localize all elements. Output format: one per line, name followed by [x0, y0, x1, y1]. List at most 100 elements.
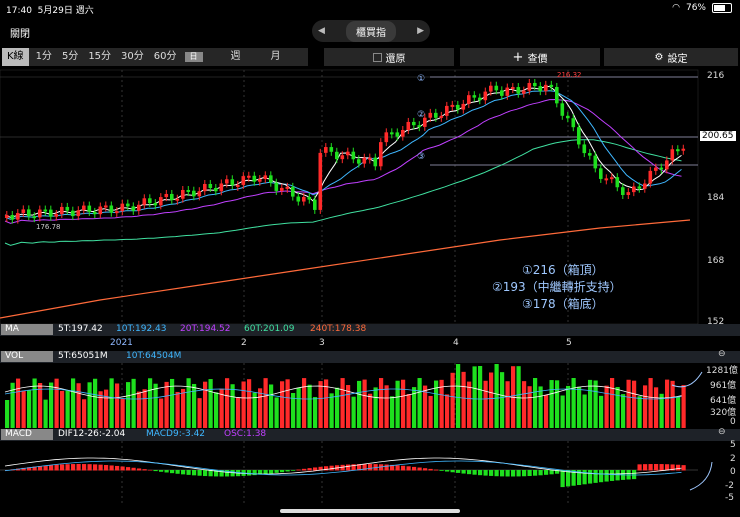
candle-body [599, 168, 603, 179]
macd-bar [49, 465, 54, 471]
volume-bar [181, 388, 186, 428]
volume-bar [549, 380, 554, 428]
macd-bar [60, 464, 65, 471]
candle-body [555, 86, 559, 104]
macd-bar [115, 465, 120, 471]
candle-body [252, 175, 257, 182]
candle-body [280, 187, 284, 191]
macd-bar [676, 464, 681, 471]
candle-body [241, 176, 246, 185]
time-label-apr: 4 [453, 338, 459, 348]
volume-bar [126, 382, 131, 428]
vol-collapse-icon[interactable]: ⊖ [718, 349, 726, 359]
volume-bar [401, 379, 406, 428]
volume-bar [593, 380, 598, 428]
candle-body [544, 84, 548, 92]
macd-bar [566, 470, 571, 487]
candle-body [93, 211, 97, 215]
osc-value: OSC:1.38 [224, 429, 267, 439]
macd-bar [395, 465, 400, 471]
volume-bar [197, 398, 202, 428]
candle-body [126, 203, 130, 207]
macd-tick-5: 5 [730, 440, 736, 450]
candle-body [115, 211, 119, 214]
volume-bar [467, 381, 472, 428]
volume-bar [115, 383, 120, 428]
volume-bar [648, 378, 653, 428]
candle-body [10, 215, 15, 220]
macd-bar [560, 470, 565, 488]
volume-bar [478, 366, 483, 428]
ma-tag[interactable]: MA [1, 324, 53, 335]
macd-bar [549, 470, 554, 475]
macd-bar [648, 464, 653, 471]
candle-body [214, 188, 218, 192]
volume-bar [247, 379, 252, 428]
volume-bar [65, 389, 70, 428]
vol5-value: 5T:65051M [58, 351, 108, 361]
macd-bar [681, 465, 686, 471]
volume-bar [38, 382, 43, 428]
candle-body [571, 118, 576, 128]
candle-body [516, 87, 521, 94]
vol-tag[interactable]: VOL [1, 351, 53, 362]
macd-tag[interactable]: MACD [1, 429, 53, 440]
macd-collapse-icon[interactable]: ⊖ [718, 427, 726, 437]
candle-body [142, 198, 147, 205]
candle-body [269, 175, 273, 183]
macd-bar [65, 464, 70, 471]
vol-tick-1281: 1281億 [706, 366, 738, 376]
volume-bar [87, 382, 92, 428]
macd-bar [483, 470, 488, 476]
candle-body [406, 121, 411, 130]
candle-body [637, 186, 642, 189]
macd-tick-0: 0 [730, 467, 736, 477]
macd-bar [511, 470, 516, 477]
volume-bar [368, 393, 373, 428]
candle-body [588, 153, 592, 156]
volume-bar [632, 380, 637, 428]
candle-body [670, 149, 675, 161]
volume-bar [104, 389, 109, 428]
volume-bar [131, 378, 136, 428]
volume-bar [214, 392, 219, 428]
volume-bar [27, 390, 32, 428]
macd-bar [428, 468, 433, 471]
ma5-value: 5T:197.42 [58, 324, 103, 334]
candle-body [472, 95, 477, 98]
candle-body [307, 196, 312, 200]
macd-bar [489, 470, 494, 476]
macd-bar [280, 470, 285, 473]
volume-bar [175, 391, 180, 428]
volume-bar [544, 394, 549, 428]
annotation-line-2: ②193（中繼轉折支持） [492, 280, 622, 294]
macd-bar [252, 470, 257, 476]
volume-bar [208, 379, 213, 428]
volume-bar [373, 387, 378, 428]
volume-bar [604, 385, 609, 428]
macd-bar [472, 470, 477, 475]
candle-body [434, 112, 438, 118]
volume-bar [483, 380, 488, 428]
candle-body [522, 90, 526, 94]
macd-bar [148, 469, 153, 471]
candle-body [362, 157, 367, 164]
macd-bar [439, 470, 444, 471]
high-price-label: 216.32 [557, 71, 582, 79]
home-indicator[interactable] [280, 509, 460, 513]
ma-header [0, 324, 740, 336]
macd-bar [142, 469, 147, 471]
macd-bar [505, 470, 510, 477]
candle-body [395, 132, 400, 137]
candle-body [527, 82, 532, 91]
candle-body [230, 179, 235, 186]
candle-body [65, 206, 70, 211]
macd-bar [181, 470, 186, 475]
macd-bar [93, 464, 98, 471]
macd-bar [164, 470, 169, 473]
candle-body [439, 115, 444, 118]
volume-bar [516, 366, 521, 428]
ma20-value: 20T:194.52 [180, 324, 231, 334]
volume-bar [153, 383, 158, 428]
volume-bar [538, 386, 543, 428]
